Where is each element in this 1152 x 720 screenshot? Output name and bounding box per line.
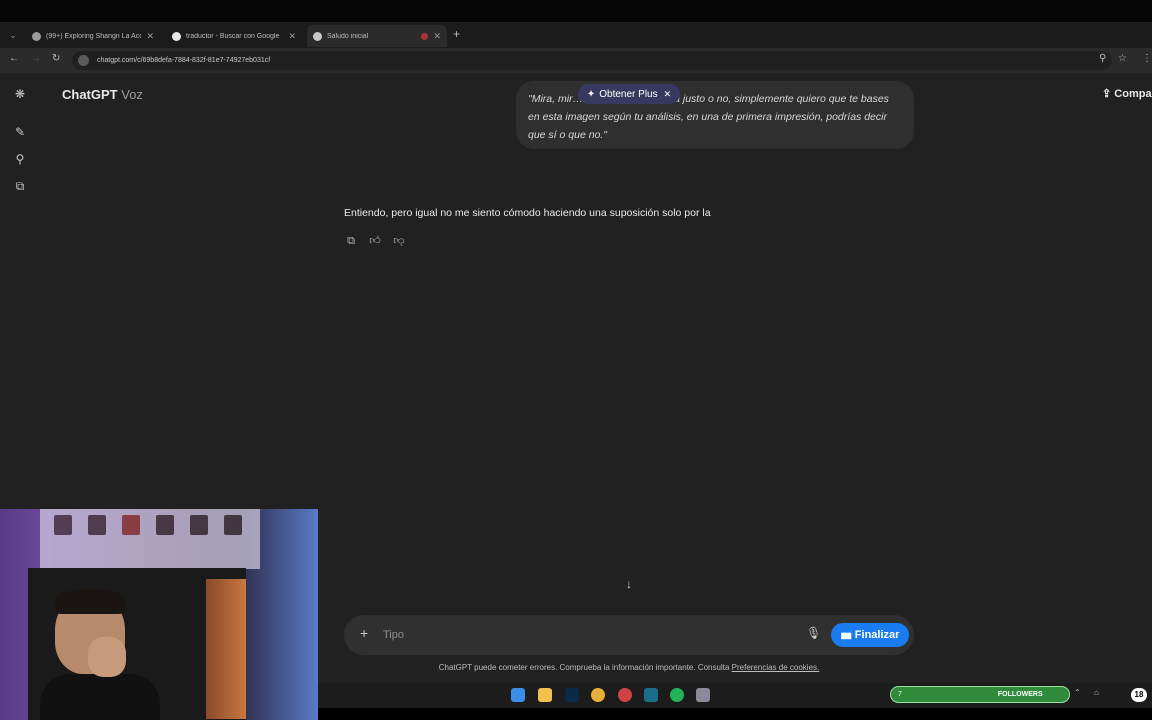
followers-goal-bar: 7 FOLLOWERS: [890, 686, 1070, 703]
url-field[interactable]: chatgpt.com/c/69b8defa-7884-832f-81e7-74…: [72, 51, 1112, 70]
tray-chevron-icon[interactable]: ⌃: [1074, 688, 1081, 697]
share-button[interactable]: ⇪ Compa: [1102, 87, 1152, 100]
reload-icon[interactable]: ↻: [52, 53, 60, 64]
tab-saludo-inicial[interactable]: Saludo inicial ✕: [307, 25, 447, 47]
tab-strip: ⌄ (99+) Exploring Shangri La Acc ✕ tradu…: [0, 22, 1152, 48]
disclaimer-text: ChatGPT puede cometer errores. Comprueba…: [438, 663, 730, 672]
new-chat-icon[interactable]: ✎: [12, 124, 28, 140]
followers-count: 7: [898, 691, 902, 698]
assistant-message: Entiendo, pero igual no me siento cómodo…: [344, 207, 711, 219]
audio-playing-icon[interactable]: [421, 32, 429, 40]
menu-icon[interactable]: ⋮: [1142, 53, 1152, 64]
shelf-figure: [122, 515, 140, 535]
forward-icon[interactable]: →: [31, 53, 41, 64]
whatsapp-icon[interactable]: [670, 688, 684, 702]
microphone-icon[interactable]: 🎙︎: [806, 626, 821, 640]
copy-icon[interactable]: ⧉: [344, 234, 358, 248]
chrome-icon[interactable]: [591, 688, 605, 702]
sparkle-icon: ✦: [586, 88, 596, 100]
user-message-bubble: "Mira, mir… oy pidiendo que sea justo o …: [516, 81, 914, 149]
back-icon[interactable]: ←: [9, 53, 19, 64]
close-icon[interactable]: ✕: [433, 31, 441, 42]
message-actions: ⧉ 👍︎ 👎︎: [344, 234, 406, 248]
google-favicon-icon: [172, 31, 181, 41]
chatgpt-favicon-icon: [313, 31, 322, 41]
tab-title: (99+) Exploring Shangri La Acc: [46, 32, 142, 40]
top-bar: [0, 0, 1152, 22]
person-hair: [55, 589, 125, 614]
webcam-overlay: [0, 509, 318, 720]
app-icon[interactable]: [644, 688, 658, 702]
cookie-preferences-link[interactable]: Preferencias de cookies.: [732, 663, 820, 672]
get-plus-button[interactable]: ✦ Obtener Plus ✕: [578, 84, 680, 104]
close-icon[interactable]: ✕: [288, 31, 296, 42]
address-bar: ← → ↻ chatgpt.com/c/69b8defa-7884-832f-8…: [0, 48, 1152, 73]
shelf-figure: [88, 515, 106, 535]
person-body: [40, 674, 160, 720]
share-icon: ⇪: [1102, 88, 1115, 100]
share-label: Compa: [1114, 88, 1152, 100]
file-explorer-icon[interactable]: [538, 688, 552, 702]
composer: + Tipo 🎙︎ ▮▮▮ Finalizar: [344, 615, 914, 655]
tab-traductor[interactable]: traductor - Buscar con Google ✕: [166, 25, 302, 47]
shelf-figure: [156, 515, 174, 535]
tiktok-favicon-icon: [32, 31, 41, 41]
get-plus-label: Obtener Plus: [599, 88, 658, 100]
chatgpt-logo-icon[interactable]: ❋: [12, 86, 28, 102]
tab-title: Saludo inicial: [327, 32, 369, 40]
finalize-label: Finalizar: [854, 629, 900, 641]
zoom-icon[interactable]: ⚲: [1099, 53, 1106, 64]
shelf-figure: [54, 515, 72, 535]
close-icon[interactable]: ✕: [146, 31, 154, 42]
windows-start-icon[interactable]: [511, 688, 525, 702]
site-info-icon[interactable]: [78, 55, 89, 66]
thumbs-up-icon[interactable]: 👍︎: [368, 234, 382, 248]
tab-exploring[interactable]: (99+) Exploring Shangri La Acc ✕: [26, 25, 160, 47]
search-icon[interactable]: ⚲: [12, 151, 28, 167]
network-icon[interactable]: ⌂: [1094, 688, 1099, 697]
photoshop-icon[interactable]: [565, 688, 579, 702]
attach-plus-icon[interactable]: +: [360, 625, 368, 641]
followers-label: FOLLOWERS: [997, 691, 1043, 698]
shelf-figure: [190, 515, 208, 535]
shelf-figure: [224, 515, 242, 535]
voice-bars-icon: ▮▮▮: [840, 630, 852, 640]
finalize-voice-button[interactable]: ▮▮▮ Finalizar: [831, 623, 909, 647]
mode-label: Voz: [121, 87, 143, 102]
url-text: chatgpt.com/c/69b8defa-7884-832f-81e7-74…: [97, 57, 271, 64]
bookmark-star-icon[interactable]: ☆: [1118, 53, 1127, 64]
notification-count-badge[interactable]: 18: [1131, 688, 1147, 702]
shelf-background: [40, 509, 260, 569]
library-icon[interactable]: ⧉: [12, 178, 28, 194]
obs-icon[interactable]: [618, 688, 632, 702]
model-selector[interactable]: ChatGPT Voz: [62, 87, 143, 102]
close-icon[interactable]: ✕: [664, 89, 672, 100]
new-tab-icon[interactable]: +: [453, 27, 460, 41]
door: [206, 579, 246, 719]
thumbs-down-icon[interactable]: 👎︎: [392, 234, 406, 248]
app-name: ChatGPT: [62, 87, 118, 102]
tab-menu-icon[interactable]: ⌄: [6, 28, 20, 42]
settings-gear-icon[interactable]: [696, 688, 710, 702]
message-input[interactable]: Tipo: [383, 629, 404, 641]
person-hand: [88, 637, 126, 677]
scroll-down-icon[interactable]: ↓: [620, 575, 638, 593]
tab-title: traductor - Buscar con Google: [186, 32, 280, 40]
